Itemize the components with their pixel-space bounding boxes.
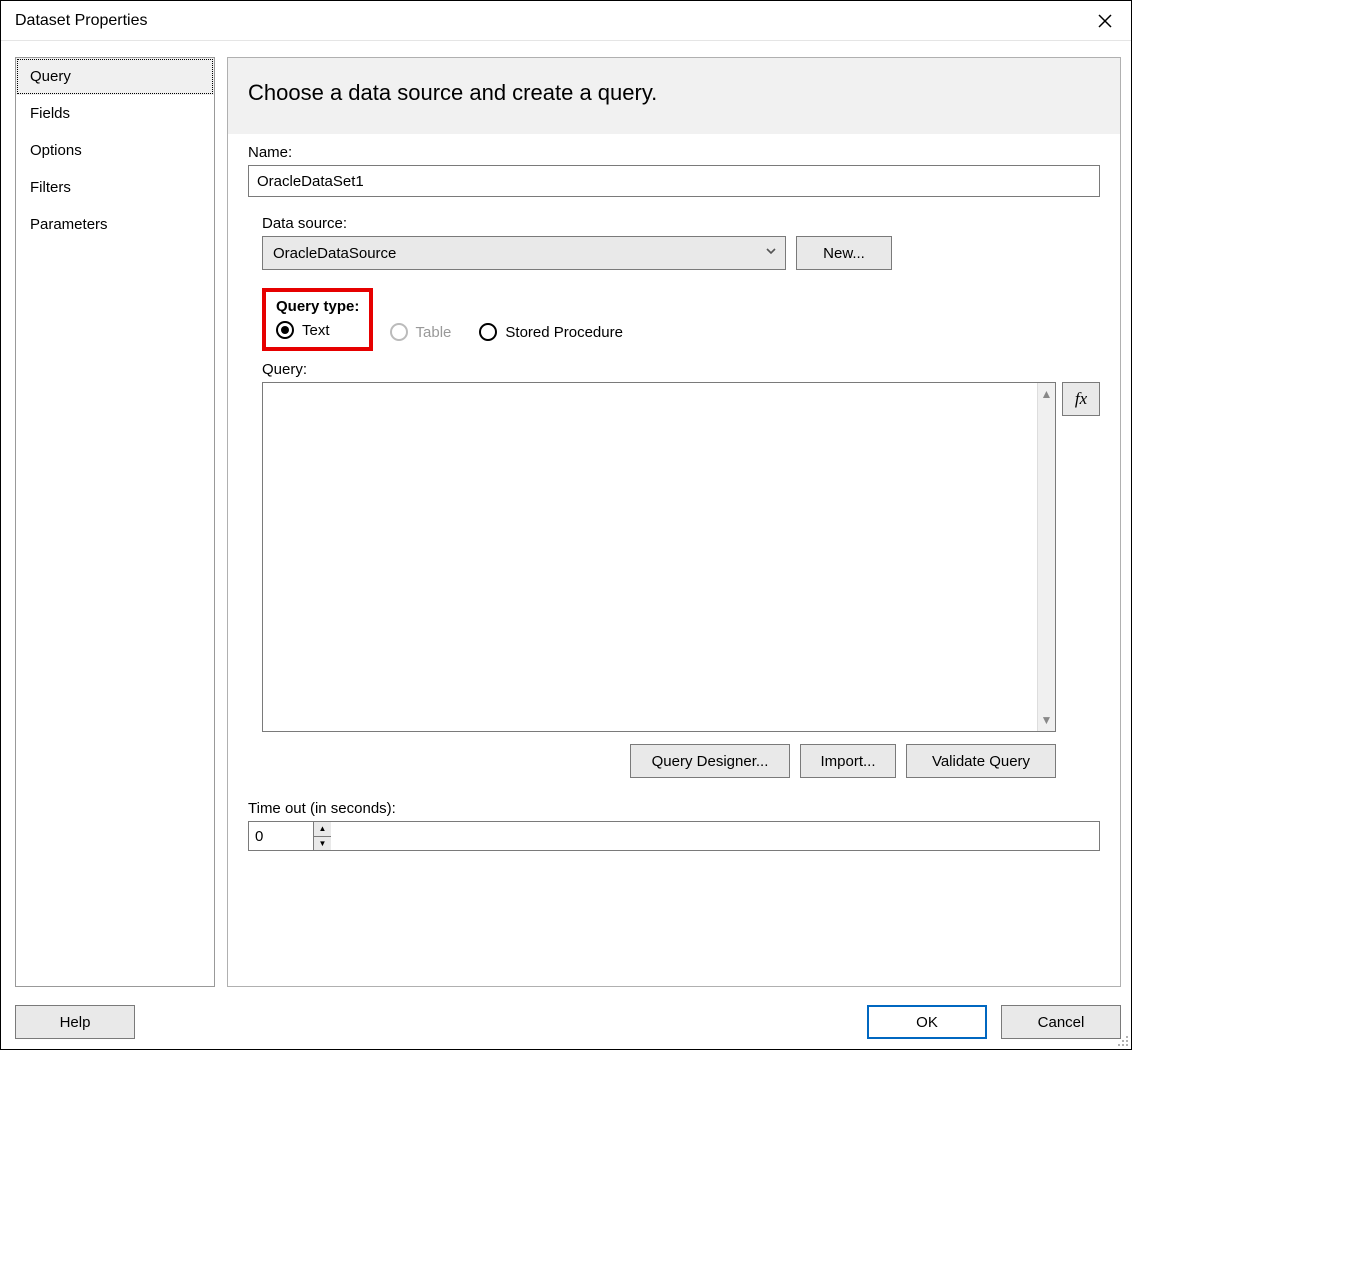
- query-label: Query:: [262, 361, 1100, 378]
- sidebar-item-label: Fields: [30, 105, 70, 122]
- sidebar-item-query[interactable]: Query: [16, 58, 214, 95]
- sidebar: Query Fields Options Filters Parameters: [15, 57, 215, 987]
- chevron-down-icon: [764, 244, 778, 262]
- help-button[interactable]: Help: [15, 1005, 135, 1039]
- close-button[interactable]: [1085, 5, 1125, 37]
- sidebar-item-label: Options: [30, 142, 82, 159]
- sidebar-item-label: Parameters: [30, 216, 108, 233]
- datasource-select[interactable]: OracleDataSource: [262, 236, 786, 270]
- spinner-down-button[interactable]: ▼: [314, 837, 331, 851]
- ok-button[interactable]: OK: [867, 1005, 987, 1039]
- new-datasource-button[interactable]: New...: [796, 236, 892, 270]
- sidebar-item-label: Query: [30, 68, 71, 85]
- sidebar-item-options[interactable]: Options: [16, 132, 214, 169]
- dialog-footer: Help OK Cancel: [1, 997, 1131, 1049]
- expression-button[interactable]: fx: [1062, 382, 1100, 416]
- scroll-down-icon: ▼: [1041, 709, 1053, 731]
- sidebar-item-fields[interactable]: Fields: [16, 95, 214, 132]
- validate-query-button[interactable]: Validate Query: [906, 744, 1056, 778]
- sidebar-item-filters[interactable]: Filters: [16, 169, 214, 206]
- querytype-radio-text[interactable]: Text: [276, 321, 330, 339]
- cancel-button[interactable]: Cancel: [1001, 1005, 1121, 1039]
- fx-icon: fx: [1075, 389, 1087, 409]
- main-heading: Choose a data source and create a query.: [228, 58, 1120, 134]
- sidebar-item-label: Filters: [30, 179, 71, 196]
- query-designer-button[interactable]: Query Designer...: [630, 744, 790, 778]
- querytype-radio-storedprocedure[interactable]: Stored Procedure: [479, 323, 623, 341]
- radio-label: Text: [302, 322, 330, 339]
- radio-icon: [276, 321, 294, 339]
- main-panel: Choose a data source and create a query.…: [227, 57, 1121, 987]
- querytype-label: Query type:: [276, 298, 359, 315]
- timeout-spinner[interactable]: ▲ ▼: [248, 821, 1100, 851]
- name-label: Name:: [248, 144, 1100, 161]
- scrollbar[interactable]: ▲ ▼: [1037, 383, 1055, 731]
- name-input[interactable]: [248, 165, 1100, 197]
- dialog-title: Dataset Properties: [15, 12, 148, 30]
- titlebar: Dataset Properties: [1, 1, 1131, 41]
- query-textarea-wrap: ▲ ▼: [262, 382, 1056, 732]
- query-textarea[interactable]: [263, 383, 1037, 731]
- spinner-up-button[interactable]: ▲: [314, 822, 331, 837]
- scroll-up-icon: ▲: [1041, 383, 1053, 405]
- close-icon: [1098, 14, 1112, 28]
- querytype-radio-table: Table: [390, 323, 452, 341]
- radio-label: Stored Procedure: [505, 324, 623, 341]
- timeout-input[interactable]: [249, 822, 313, 850]
- timeout-label: Time out (in seconds):: [248, 800, 1100, 817]
- radio-icon: [479, 323, 497, 341]
- radio-label: Table: [416, 324, 452, 341]
- querytype-highlight: Query type: Text: [262, 288, 373, 351]
- import-button[interactable]: Import...: [800, 744, 896, 778]
- sidebar-item-parameters[interactable]: Parameters: [16, 206, 214, 243]
- datasource-label: Data source:: [262, 215, 1100, 232]
- datasource-value: OracleDataSource: [273, 245, 396, 262]
- radio-icon: [390, 323, 408, 341]
- dataset-properties-dialog: Dataset Properties Query Fields Options …: [0, 0, 1132, 1050]
- resize-grip-icon: [1115, 1033, 1129, 1047]
